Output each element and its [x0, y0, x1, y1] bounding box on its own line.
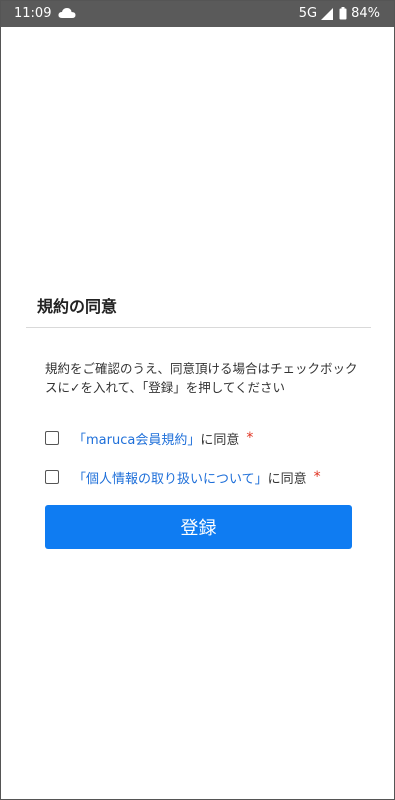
- status-time: 11:09: [14, 6, 52, 21]
- network-type: 5G: [298, 6, 318, 21]
- register-button[interactable]: 登録: [45, 505, 352, 549]
- battery-level: 84%: [351, 6, 380, 21]
- required-mark: *: [313, 469, 321, 485]
- agree-row-membership-terms: 「maruca会員規約」 に同意 *: [45, 427, 253, 449]
- app-screen: 11:09 5G 84% 規約の同意 規約をご確認のうえ、同意頂ける場合はチェッ…: [0, 0, 395, 800]
- signal-icon: [321, 7, 334, 20]
- status-right: 5G 84%: [299, 6, 380, 21]
- divider: [26, 327, 371, 328]
- agree-row-privacy-policy: 「個人情報の取り扱いについて」 に同意 *: [45, 466, 321, 488]
- cloud-icon: [58, 8, 76, 18]
- membership-terms-checkbox[interactable]: [45, 431, 59, 445]
- agree-label: に同意: [267, 471, 307, 487]
- battery-icon: [339, 7, 347, 20]
- privacy-policy-link[interactable]: 「個人情報の取り扱いについて」: [73, 468, 268, 487]
- privacy-policy-checkbox[interactable]: [45, 470, 59, 484]
- status-bar: 11:09 5G 84%: [1, 1, 394, 27]
- terms-title: 規約の同意: [37, 297, 118, 316]
- membership-terms-link[interactable]: 「maruca会員規約」: [73, 429, 200, 448]
- instruction-text: 規約をご確認のうえ、同意頂ける場合はチェックボックスに✓を入れて、「登録」を押し…: [45, 361, 358, 395]
- required-mark: *: [246, 430, 254, 446]
- agree-label: に同意: [200, 432, 240, 448]
